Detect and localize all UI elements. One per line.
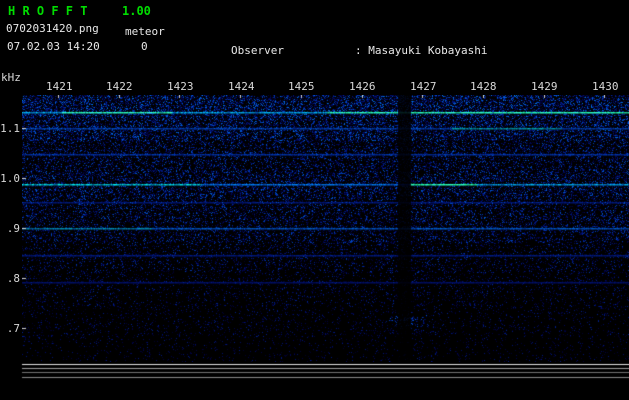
freq-label: .7 [6, 322, 20, 335]
hrofft-output: H R O F F T 1.00 0702031420.png meteor 0… [0, 0, 629, 400]
freq-label: 1.1 [0, 122, 20, 135]
meteor-count: 0 [141, 40, 148, 53]
time-label: 1421 [46, 80, 73, 93]
app-title: H R O F F T [8, 4, 88, 18]
observer-row: Observer : Masayuki Kobayashi [178, 30, 629, 71]
freq-label: .8 [6, 272, 20, 285]
time-label: 1427 [410, 80, 437, 93]
time-label: 1428 [470, 80, 497, 93]
level-canvas [0, 362, 629, 400]
app-version: 1.00 [122, 4, 151, 18]
time-label: 1430 [592, 80, 619, 93]
time-label: 1422 [106, 80, 133, 93]
observer-label: Observer [230, 43, 284, 57]
time-label: 1423 [167, 80, 194, 93]
time-label: 1425 [288, 80, 315, 93]
khz-unit-label: kHz [1, 71, 21, 84]
meteor-label: meteor [125, 25, 165, 38]
freq-label: .9 [6, 222, 20, 235]
spectrogram-canvas [22, 95, 629, 362]
time-label: 1426 [349, 80, 376, 93]
time-label: 1424 [228, 80, 255, 93]
output-filename: 0702031420.png [6, 22, 99, 35]
observer-value: : Masayuki Kobayashi [354, 43, 488, 57]
datetime: 07.02.03 14:20 [7, 40, 100, 53]
time-label: 1429 [531, 80, 558, 93]
freq-label: 1.0 [0, 172, 20, 185]
